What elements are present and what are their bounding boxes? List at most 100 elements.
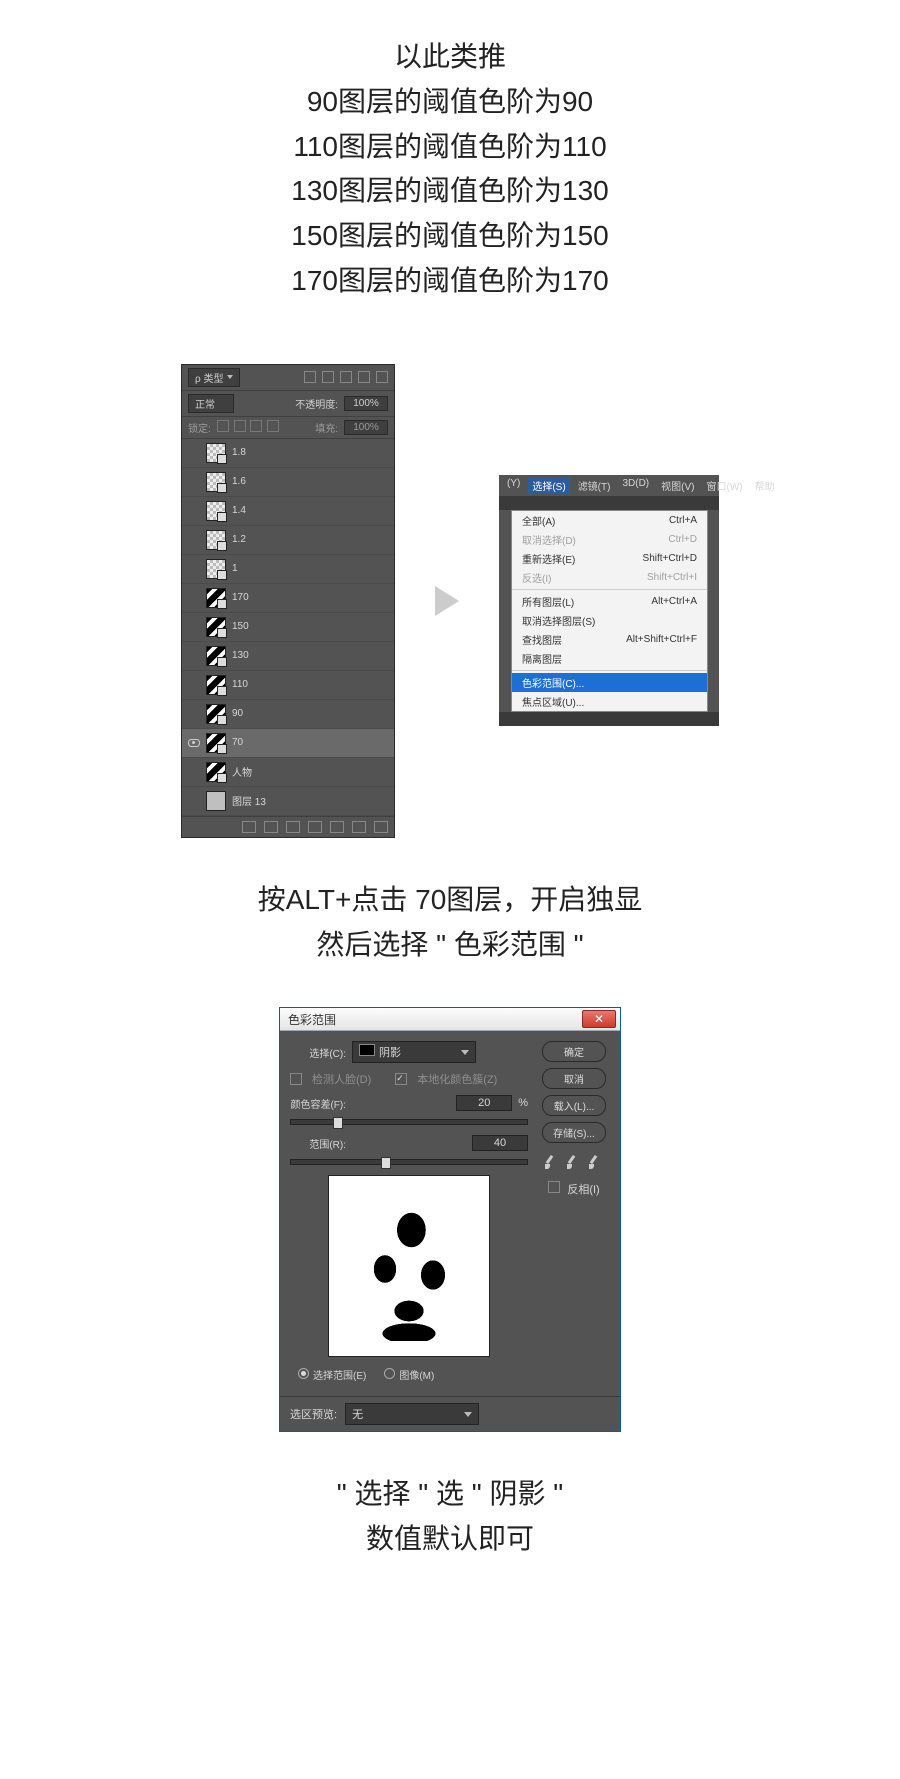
lock-position-icon[interactable] xyxy=(250,420,262,432)
slider-knob[interactable] xyxy=(333,1117,343,1129)
layer-thumbnail xyxy=(206,617,226,637)
mid-line: 按ALT+点击 70图层，开启独显 xyxy=(0,878,900,923)
layer-row[interactable]: 90 xyxy=(182,700,394,729)
intro-line: 150图层的阈值色阶为150 xyxy=(0,214,900,259)
visibility-toggle[interactable] xyxy=(188,679,200,691)
fuzziness-slider[interactable] xyxy=(290,1119,528,1125)
radio-image[interactable] xyxy=(384,1368,395,1379)
menu-item[interactable]: 全部(A)Ctrl+A xyxy=(512,511,707,530)
layer-thumbnail xyxy=(206,704,226,724)
layer-row[interactable]: 110 xyxy=(182,671,394,700)
radio-selection[interactable] xyxy=(298,1368,309,1379)
layer-row[interactable]: 150 xyxy=(182,613,394,642)
menu-item[interactable]: 查找图层Alt+Shift+Ctrl+F xyxy=(512,630,707,649)
menu-item[interactable]: 重新选择(E)Shift+Ctrl+D xyxy=(512,549,707,568)
visibility-toggle[interactable] xyxy=(188,737,200,749)
layer-row[interactable]: 170 xyxy=(182,584,394,613)
visibility-toggle[interactable] xyxy=(188,650,200,662)
select-dropdown[interactable]: 阴影 xyxy=(352,1041,476,1063)
visibility-toggle[interactable] xyxy=(188,476,200,488)
filter-shape-icon[interactable] xyxy=(358,371,370,383)
trash-icon[interactable] xyxy=(374,821,388,833)
selection-preview-dropdown[interactable]: 无 xyxy=(345,1403,479,1425)
layer-row[interactable]: 130 xyxy=(182,642,394,671)
filter-type-icon[interactable] xyxy=(340,371,352,383)
layer-name-label: 人物 xyxy=(232,764,252,779)
range-slider[interactable] xyxy=(290,1159,528,1165)
lock-image-icon[interactable] xyxy=(234,420,246,432)
invert-checkbox[interactable] xyxy=(548,1181,560,1193)
layer-row[interactable]: 1.6 xyxy=(182,468,394,497)
menubar-item[interactable]: 视图(V) xyxy=(657,477,698,494)
layer-row[interactable]: 1.4 xyxy=(182,497,394,526)
load-button[interactable]: 载入(L)... xyxy=(542,1095,606,1116)
menu-item[interactable]: 所有图层(L)Alt+Ctrl+A xyxy=(512,592,707,611)
outro-line: 数值默认即可 xyxy=(0,1517,900,1562)
visibility-toggle[interactable] xyxy=(188,621,200,633)
new-layer-icon[interactable] xyxy=(352,821,366,833)
opacity-input[interactable]: 100% xyxy=(344,396,388,411)
fuzziness-input[interactable]: 20 xyxy=(456,1095,512,1111)
filter-smart-icon[interactable] xyxy=(376,371,388,383)
detect-faces-checkbox[interactable] xyxy=(290,1073,302,1085)
visibility-toggle[interactable] xyxy=(188,505,200,517)
smart-object-badge-icon xyxy=(217,657,227,667)
layer-row[interactable]: 人物 xyxy=(182,758,394,787)
filter-image-icon[interactable] xyxy=(304,371,316,383)
menubar-item[interactable]: 3D(D) xyxy=(618,477,653,494)
close-button[interactable]: ✕ xyxy=(582,1010,616,1028)
intro-line: 170图层的阈值色阶为170 xyxy=(0,259,900,304)
eyedropper-icon[interactable] xyxy=(545,1155,559,1169)
visibility-toggle[interactable] xyxy=(188,766,200,778)
layer-filter-type-dropdown[interactable]: ρ 类型 xyxy=(188,368,240,387)
link-layers-icon[interactable] xyxy=(242,821,256,833)
menu-item[interactable]: 焦点区域(U)... xyxy=(512,692,707,711)
eyedropper-add-icon[interactable] xyxy=(567,1155,581,1169)
visibility-toggle[interactable] xyxy=(188,592,200,604)
menu-item[interactable]: 取消选择图层(S) xyxy=(512,611,707,630)
layer-row[interactable]: 70 xyxy=(182,729,394,758)
fx-icon[interactable] xyxy=(264,821,278,833)
menubar-item[interactable]: 帮助 xyxy=(751,477,779,494)
arrow-right-icon xyxy=(435,586,459,616)
fill-input[interactable]: 100% xyxy=(344,420,388,435)
outro-line: " 选择 " 选 " 阴影 " xyxy=(0,1472,900,1517)
layer-row[interactable]: 1.8 xyxy=(182,439,394,468)
menu-item[interactable]: 色彩范围(C)... xyxy=(512,673,707,692)
ok-button[interactable]: 确定 xyxy=(542,1041,606,1062)
group-icon[interactable] xyxy=(330,821,344,833)
blend-mode-dropdown[interactable]: 正常 xyxy=(188,394,234,413)
range-input[interactable]: 40 xyxy=(472,1135,528,1151)
eyedropper-subtract-icon[interactable] xyxy=(589,1155,603,1169)
layer-name-label: 150 xyxy=(232,621,249,632)
lock-label: 锁定: xyxy=(188,420,211,435)
mid-text: 按ALT+点击 70图层，开启独显 然后选择 " 色彩范围 " xyxy=(0,878,900,968)
layer-row[interactable]: 1.2 xyxy=(182,526,394,555)
menubar-under-2 xyxy=(499,712,719,726)
menubar-item[interactable]: (Y) xyxy=(503,477,524,494)
menu-item-label: 全部(A) xyxy=(522,513,555,528)
save-button[interactable]: 存储(S)... xyxy=(542,1122,606,1143)
visibility-toggle[interactable] xyxy=(188,708,200,720)
mask-icon[interactable] xyxy=(286,821,300,833)
menubar-item[interactable]: 选择(S) xyxy=(528,477,569,494)
filter-adjust-icon[interactable] xyxy=(322,371,334,383)
visibility-toggle[interactable] xyxy=(188,563,200,575)
menu-item[interactable]: 隔离图层 xyxy=(512,649,707,668)
visibility-toggle[interactable] xyxy=(188,447,200,459)
layer-row[interactable]: 1 xyxy=(182,555,394,584)
lock-transparency-icon[interactable] xyxy=(217,420,229,432)
menu-item-label: 取消选择图层(S) xyxy=(522,613,595,628)
localized-checkbox[interactable] xyxy=(395,1073,407,1085)
visibility-toggle[interactable] xyxy=(188,534,200,546)
layer-thumbnail xyxy=(206,762,226,782)
blend-mode-value: 正常 xyxy=(195,400,215,411)
cancel-button[interactable]: 取消 xyxy=(542,1068,606,1089)
visibility-toggle[interactable] xyxy=(188,795,200,807)
menubar-item[interactable]: 窗口(W) xyxy=(702,477,746,494)
layer-row[interactable]: 图层 13 xyxy=(182,787,394,816)
slider-knob[interactable] xyxy=(381,1157,391,1169)
adjustment-icon[interactable] xyxy=(308,821,322,833)
menubar-item[interactable]: 滤镜(T) xyxy=(574,477,615,494)
lock-all-icon[interactable] xyxy=(267,420,279,432)
